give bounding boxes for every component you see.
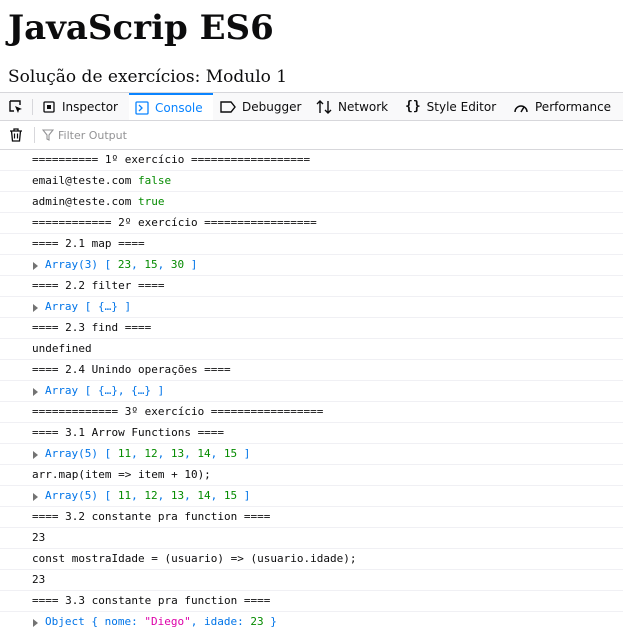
console-message[interactable]: Array [ {…}, {…} ] bbox=[0, 381, 623, 402]
console-message: ==== 2.4 Unindo operações ==== bbox=[0, 360, 623, 381]
tab-label: Network bbox=[338, 99, 389, 114]
console-message[interactable]: Object { nome: "Diego", idade: 23 } bbox=[0, 612, 623, 632]
console-message: ============ 2º exercício ==============… bbox=[0, 213, 623, 234]
tab-style-editor[interactable]: {} Style Editor bbox=[399, 93, 502, 120]
console-message: ========== 1º exercício ================… bbox=[0, 150, 623, 171]
expand-arrow-icon[interactable] bbox=[33, 262, 38, 270]
console-message: const mostraIdade = (usuario) => (usuari… bbox=[0, 549, 623, 570]
console-message: ==== 2.3 find ==== bbox=[0, 318, 623, 339]
tab-label: Inspector bbox=[62, 99, 118, 114]
console-filter-bar: Filter Output bbox=[0, 121, 623, 150]
page-title: JavaScrip ES6 bbox=[8, 8, 274, 48]
toolbar-separator bbox=[32, 99, 33, 115]
tab-label: Debugger bbox=[242, 99, 302, 114]
page-header: JavaScrip ES6 Solução de exercícios: Mod… bbox=[8, 0, 623, 92]
console-message: arr.map(item => item + 10); bbox=[0, 465, 623, 486]
element-picker-icon bbox=[9, 99, 22, 113]
console-message: undefined bbox=[0, 339, 623, 360]
console-message: ==== 3.1 Arrow Functions ==== bbox=[0, 423, 623, 444]
filter-separator bbox=[34, 127, 35, 143]
tab-performance[interactable]: Performance bbox=[507, 93, 617, 120]
expand-arrow-icon[interactable] bbox=[33, 493, 38, 501]
console-message[interactable]: Array(5) [ 11, 12, 13, 14, 15 ] bbox=[0, 486, 623, 507]
console-message: ============= 3º exercício =============… bbox=[0, 402, 623, 423]
tab-label: Performance bbox=[535, 99, 612, 114]
expand-arrow-icon[interactable] bbox=[33, 388, 38, 396]
trash-icon[interactable] bbox=[8, 127, 24, 143]
tab-label: Console bbox=[155, 100, 203, 115]
debugger-icon bbox=[220, 100, 236, 113]
inspector-icon bbox=[42, 100, 56, 114]
devtools-panel: Inspector Console Debugger Network {} St… bbox=[0, 92, 623, 632]
console-output: ========== 1º exercício ================… bbox=[0, 150, 623, 632]
console-message: ==== 2.1 map ==== bbox=[0, 234, 623, 255]
network-icon bbox=[316, 99, 332, 115]
console-message: 23 bbox=[0, 570, 623, 591]
filter-placeholder: Filter Output bbox=[58, 128, 127, 142]
tab-network[interactable]: Network bbox=[310, 93, 394, 120]
tab-console[interactable]: Console bbox=[129, 93, 213, 120]
page-subtitle: Solução de exercícios: Modulo 1 bbox=[8, 67, 288, 87]
tab-label: Style Editor bbox=[426, 99, 497, 114]
console-message: 23 bbox=[0, 528, 623, 549]
console-message: email@teste.com false bbox=[0, 171, 623, 192]
tab-debugger[interactable]: Debugger bbox=[214, 93, 307, 120]
console-message[interactable]: Array(5) [ 11, 12, 13, 14, 15 ] bbox=[0, 444, 623, 465]
element-picker-button[interactable] bbox=[0, 93, 32, 120]
expand-arrow-icon[interactable] bbox=[33, 304, 38, 312]
devtools-toolbar: Inspector Console Debugger Network {} St… bbox=[0, 93, 623, 121]
console-message[interactable]: Array(3) [ 23, 15, 30 ] bbox=[0, 255, 623, 276]
filter-output-input[interactable]: Filter Output bbox=[42, 125, 442, 145]
console-message[interactable]: Array [ {…} ] bbox=[0, 297, 623, 318]
filter-icon bbox=[42, 129, 54, 141]
console-message: ==== 2.2 filter ==== bbox=[0, 276, 623, 297]
style-editor-icon: {} bbox=[405, 99, 421, 114]
expand-arrow-icon[interactable] bbox=[33, 451, 38, 459]
console-message: ==== 3.2 constante pra function ==== bbox=[0, 507, 623, 528]
performance-icon bbox=[513, 100, 529, 114]
console-message: admin@teste.com true bbox=[0, 192, 623, 213]
tab-inspector[interactable]: Inspector bbox=[36, 93, 124, 120]
console-message: ==== 3.3 constante pra function ==== bbox=[0, 591, 623, 612]
console-icon bbox=[135, 100, 149, 115]
expand-arrow-icon[interactable] bbox=[33, 619, 38, 627]
